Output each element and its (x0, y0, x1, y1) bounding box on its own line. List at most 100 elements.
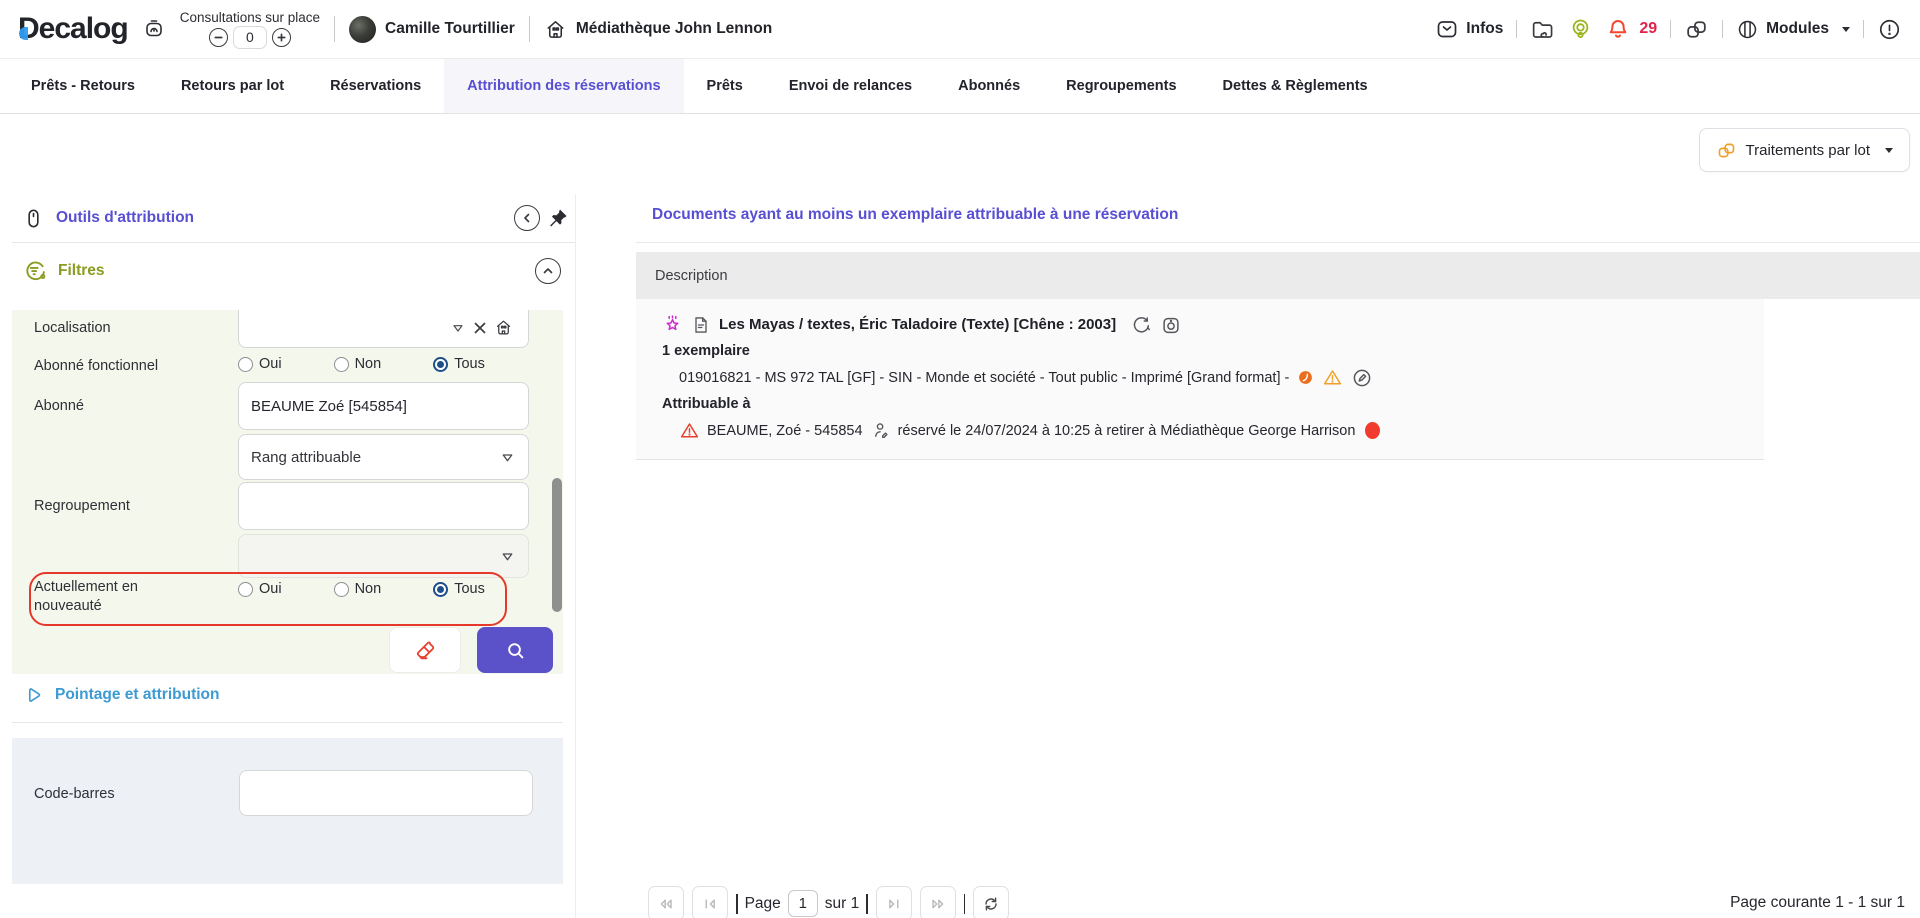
clear-filters-button[interactable] (389, 627, 461, 673)
current-user[interactable]: Camille Tourtillier (349, 16, 515, 43)
pointage-header[interactable]: Pointage et attribution (22, 684, 219, 706)
person-icon[interactable] (870, 420, 891, 441)
rang-attribuable-select[interactable]: Rang attribuable (238, 434, 529, 480)
page-content: Traitements par lot Outils d'attribution (0, 114, 1920, 918)
library-name: Médiathèque John Lennon (576, 20, 772, 38)
exemplaire-count: 1 exemplaire (662, 338, 1764, 364)
page-prev-button[interactable] (692, 886, 728, 918)
pagination-separator (964, 894, 966, 914)
attribution-tools-panel: Outils d'attribution Filtres (12, 194, 576, 918)
documents-folder-icon[interactable] (1530, 17, 1555, 42)
pagination: Page sur 1 (648, 886, 1009, 918)
radio-circle-icon (238, 357, 253, 372)
radio-tous[interactable]: Tous (433, 581, 485, 597)
sidebar-scrollbar-thumb[interactable] (552, 478, 562, 612)
user-name: Camille Tourtillier (385, 20, 515, 38)
abonne-input[interactable] (238, 382, 529, 430)
dropdown-icon (499, 449, 516, 466)
consultations-label: Consultations sur place (180, 10, 320, 25)
radio-oui[interactable]: Oui (238, 581, 282, 597)
tab-prets-retours[interactable]: Prêts - Retours (8, 59, 158, 113)
notifications-button[interactable]: 29 (1606, 17, 1657, 41)
mail-icon (1435, 17, 1459, 41)
current-library[interactable]: Médiathèque John Lennon (544, 18, 772, 41)
broadcast-icon[interactable] (1568, 17, 1593, 42)
page-number-input[interactable] (788, 890, 818, 917)
module-tabs: Prêts - Retours Retours par lot Réservat… (0, 59, 1920, 114)
site-icon[interactable] (494, 318, 513, 337)
chain-icon (1716, 140, 1737, 161)
batch-actions-button[interactable]: Traitements par lot (1699, 128, 1911, 172)
exemplaire-detail: 019016821 - MS 972 TAL [GF] - SIN - Mond… (679, 370, 1289, 386)
nouveaute-label: Actuellement en nouveauté (34, 578, 184, 616)
app-header: Decalog Consultations sur place 0 Camill… (0, 0, 1920, 59)
history-icon[interactable] (1130, 314, 1152, 336)
collapse-filters-button[interactable] (535, 258, 561, 284)
results-title: Documents ayant au moins un exemplaire a… (652, 206, 1178, 224)
divider (636, 242, 1920, 243)
tab-attribution-des-reservations[interactable]: Attribution des réservations (444, 59, 683, 113)
attribuable-label: Attribuable à (662, 391, 1764, 417)
radio-circle-icon (334, 582, 349, 597)
tab-reservations[interactable]: Réservations (307, 59, 444, 113)
tab-retours-par-lot[interactable]: Retours par lot (158, 59, 307, 113)
collapse-panel-left-button[interactable] (514, 205, 540, 231)
help-icon[interactable] (1877, 17, 1902, 42)
infos-button[interactable]: Infos (1435, 17, 1503, 41)
plus-button[interactable] (272, 28, 291, 47)
dropdown-icon (499, 548, 516, 565)
library-icon (544, 18, 567, 41)
batch-actions-label: Traitements par lot (1746, 142, 1871, 159)
app-logo: Decalog (18, 12, 128, 46)
header-separator (529, 16, 530, 42)
consultations-value: 0 (233, 26, 267, 49)
page-last-button[interactable] (920, 886, 956, 918)
new-star-icon (662, 314, 683, 335)
abonne-fonctionnel-label: Abonné fonctionnel (34, 358, 158, 374)
chevron-down-icon (1885, 148, 1893, 153)
document-title[interactable]: Les Mayas / textes, Éric Taladoire (Text… (719, 316, 1116, 333)
header-separator (1516, 20, 1517, 38)
status-dot-icon (1365, 422, 1380, 439)
dropdown-icon[interactable] (450, 320, 466, 336)
radio-tous[interactable]: Tous (433, 356, 485, 372)
tab-prets[interactable]: Prêts (684, 59, 766, 113)
radio-circle-icon (334, 357, 349, 372)
abonne-fonctionnel-radios: Oui Non Tous (238, 356, 485, 372)
description-column-header: Description (655, 268, 728, 284)
pin-icon[interactable] (546, 207, 569, 230)
camera-icon[interactable] (1160, 314, 1182, 336)
radio-non[interactable]: Non (334, 581, 382, 597)
tab-abonnes[interactable]: Abonnés (935, 59, 1043, 113)
tab-regroupements[interactable]: Regroupements (1043, 59, 1199, 113)
tab-envoi-de-relances[interactable]: Envoi de relances (766, 59, 935, 113)
user-avatar (349, 16, 376, 43)
radio-circle-icon (433, 357, 448, 372)
abonne-label: Abonné (34, 398, 84, 414)
codebarres-input[interactable] (239, 770, 533, 816)
page-first-button[interactable] (648, 886, 684, 918)
minus-button[interactable] (209, 28, 228, 47)
exemplaire-detail-line: 019016821 - MS 972 TAL [GF] - SIN - Mond… (679, 364, 1764, 391)
radio-non[interactable]: Non (334, 356, 382, 372)
modules-menu[interactable]: Modules (1736, 18, 1850, 41)
reservation-patron[interactable]: BEAUME, Zoé - 545854 (707, 423, 863, 439)
nouveaute-radios: Oui Non Tous (238, 581, 485, 597)
tools-panel-title: Outils d'attribution (56, 209, 194, 227)
page-label: Page (745, 895, 781, 913)
filters-form: Localisation Abonné fonctionnel Oui No (12, 310, 563, 674)
clear-icon[interactable] (473, 321, 487, 335)
document-row[interactable]: Les Mayas / textes, Éric Taladoire (Text… (636, 299, 1764, 460)
divider (12, 722, 563, 723)
radio-oui[interactable]: Oui (238, 356, 282, 372)
warning-icon[interactable] (1322, 367, 1343, 388)
header-separator (1863, 20, 1864, 38)
search-button[interactable] (477, 627, 553, 673)
refresh-button[interactable] (973, 886, 1009, 918)
edit-icon[interactable] (1351, 367, 1373, 389)
page-next-button[interactable] (876, 886, 912, 918)
tab-dettes-reglements[interactable]: Dettes & Règlements (1200, 59, 1391, 113)
secondary-select[interactable] (238, 534, 529, 578)
regroupement-input[interactable] (238, 482, 529, 530)
chain-icon[interactable] (1684, 17, 1709, 42)
